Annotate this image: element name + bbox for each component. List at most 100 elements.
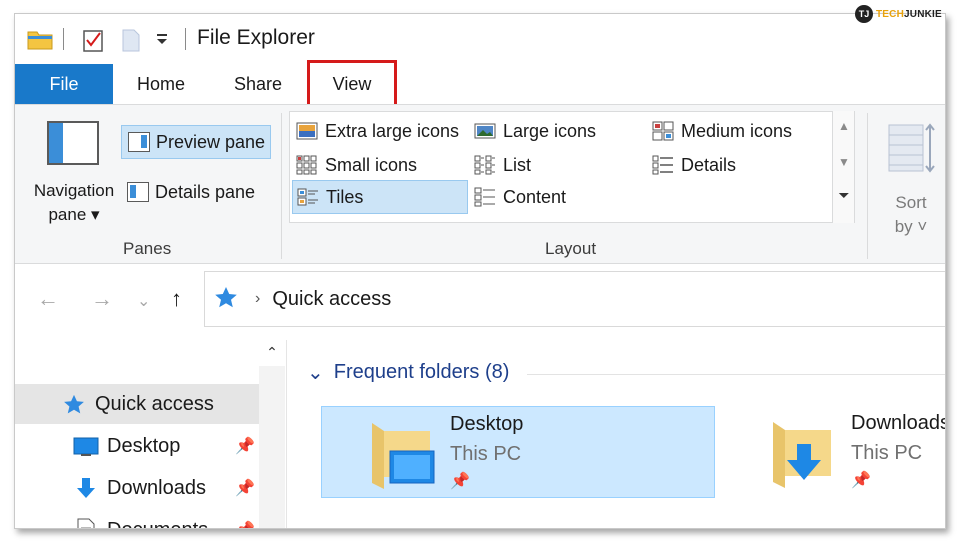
customize-toolbar-icon[interactable] [155,32,169,51]
sidebar-item-downloads[interactable]: Downloads 📌 [15,468,259,508]
folder-location: This PC [450,443,522,465]
navigation-pane-icon [47,121,99,165]
folder-tile-downloads[interactable]: Downloads This PC 📌 [757,406,946,498]
layout-group-label: Layout [545,239,597,258]
sort-by-label: Sort [895,193,927,212]
title-bar: File Explorer [15,14,945,64]
navigation-pane: ⌃ Quick access Desktop 📌 Downloads 📌 [15,340,287,529]
sidebar-item-desktop[interactable]: Desktop 📌 [15,426,259,466]
up-arrow-icon[interactable]: ↑ [171,286,182,312]
download-icon [73,476,99,500]
desktop-icon [73,434,99,458]
file-view: ⌄ Frequent folders (8) Desktop This PC 📌… [287,340,946,528]
layout-small-icons[interactable]: Small icons [292,148,417,182]
pin-icon[interactable]: 📌 [235,436,255,456]
navigation-pane-label-2: pane ▾ [48,205,100,224]
forward-arrow-icon[interactable]: → [91,286,113,312]
document-icon [73,518,99,528]
sidebar-scroll-up-icon[interactable]: ⌃ [259,344,285,366]
pin-icon[interactable]: 📌 [851,470,871,490]
navigation-pane-label: Navigation [33,181,115,200]
layout-details[interactable]: Details [648,148,736,182]
star-icon [61,392,87,416]
content-label: Content [503,186,567,207]
breadcrumb-chevron-icon[interactable]: › [255,290,260,308]
breadcrumb-quick-access[interactable]: Quick access [272,288,391,311]
logo-text-junkie: JUNKIE [904,8,942,20]
sidebar-item-label: Quick access [95,392,214,415]
layout-list[interactable]: List [470,148,531,182]
large-icons-icon [474,121,496,141]
extra-large-icons-label: Extra large icons [325,120,460,141]
details-label: Details [681,154,737,175]
ribbon-tabs: File Home Share View [15,60,945,109]
preview-pane-button[interactable]: Preview pane [121,125,271,159]
logo-mark: TJ [855,5,873,23]
folder-icon[interactable] [27,28,53,55]
details-icon [652,155,674,175]
pin-icon[interactable]: 📌 [235,478,255,498]
sidebar-item-label: Documents [107,519,208,529]
preview-pane-label: Preview pane [156,131,266,152]
layout-medium-icons[interactable]: Medium icons [648,114,792,148]
pin-icon[interactable]: 📌 [235,520,255,528]
ribbon-view: Navigation pane ▾ Preview pane Details p… [15,104,945,264]
section-divider [527,374,945,375]
pin-icon[interactable]: 📌 [450,471,470,491]
folder-name: Downloads [851,412,946,434]
logo-text-tech: TECH [876,8,905,20]
details-pane-icon [127,182,149,202]
address-bar[interactable]: › Quick access [204,271,945,327]
sort-by-label-2: by ˅ [894,217,928,236]
panes-group-label: Panes [123,239,172,258]
details-pane-button[interactable]: Details pane [121,175,271,209]
folder-name: Desktop [450,413,524,435]
layout-large-icons[interactable]: Large icons [470,114,596,148]
list-icon [474,155,496,175]
folder-location: This PC [851,442,923,464]
preview-pane-icon [128,132,150,152]
small-icons-label: Small icons [325,154,418,175]
sort-by-button[interactable]: Sort by ˅ [881,117,941,237]
techjunkie-logo: TJ TECHJUNKIE [855,4,942,24]
back-arrow-icon[interactable]: ← [37,286,59,312]
folder-tile-desktop[interactable]: Desktop This PC 📌 [321,406,715,498]
layout-gallery-scroll[interactable]: ▲ ▼ ⏷ [832,111,854,223]
frequent-folders-header[interactable]: ⌄ Frequent folders (8) [307,360,509,385]
downloads-folder-icon [769,418,839,495]
content-icon [474,187,496,207]
properties-checkbox-icon[interactable] [83,28,105,57]
title-separator [185,28,186,50]
new-folder-icon[interactable] [121,28,141,57]
sidebar-item-documents[interactable]: Documents 📌 [15,510,259,529]
layout-gallery: Extra large icons Large icons Medium ico… [289,111,855,223]
window-title: File Explorer [197,26,315,49]
details-pane-label: Details pane [155,181,256,202]
large-icons-label: Large icons [503,120,597,141]
layout-content[interactable]: Content [470,180,566,214]
list-label: List [503,154,532,175]
sidebar-item-label: Desktop [107,434,181,457]
gallery-scroll-down-icon[interactable]: ▼ [833,155,855,169]
layout-tiles[interactable]: Tiles [292,180,468,214]
group-separator [281,113,282,259]
sidebar-scrollbar[interactable] [259,366,285,528]
sort-by-icon [887,121,935,173]
sidebar-item-quick-access[interactable]: Quick access [15,384,259,424]
recent-locations-chevron-icon[interactable]: ⌄ [137,291,150,311]
file-explorer-window: File Explorer File Home Share View Navig… [14,13,946,529]
tab-file[interactable]: File [15,64,113,104]
collapse-chevron-icon[interactable]: ⌄ [307,360,324,385]
gallery-expand-icon[interactable]: ⏷ [833,187,855,204]
gallery-scroll-up-icon[interactable]: ▲ [833,119,855,133]
tab-home[interactable]: Home [113,64,209,104]
small-icons-icon [296,155,318,175]
tab-share[interactable]: Share [209,64,307,104]
tiles-label: Tiles [326,186,364,207]
medium-icons-icon [652,121,674,141]
navigation-pane-button[interactable]: Navigation pane ▾ [27,117,121,227]
quick-access-star-icon [213,285,239,314]
layout-extra-large-icons[interactable]: Extra large icons [292,114,459,148]
tab-view[interactable]: View [307,60,397,109]
group-separator [867,113,868,259]
